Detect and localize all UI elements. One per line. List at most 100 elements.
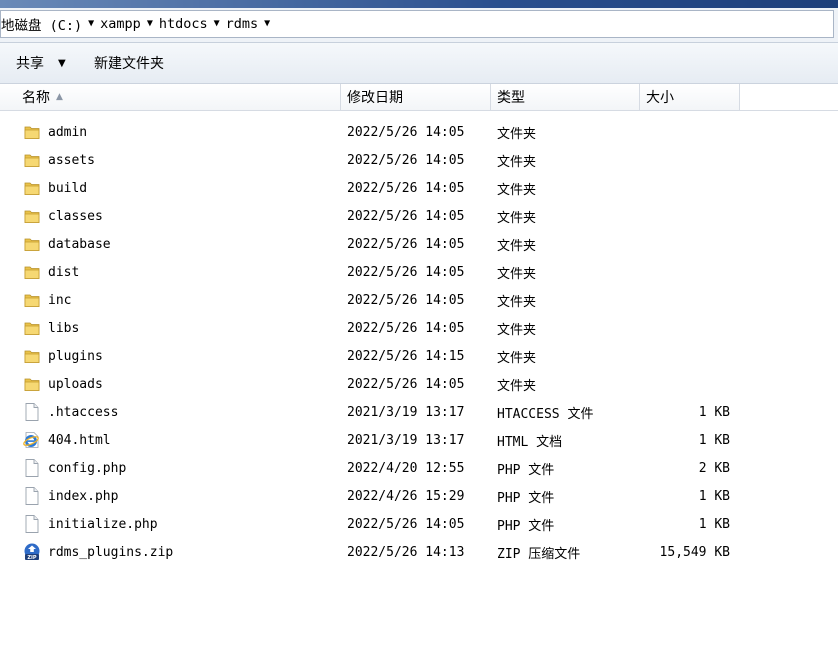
- column-header-date[interactable]: 修改日期: [341, 84, 491, 110]
- file-type: 文件夹: [497, 210, 537, 226]
- file-name: uploads: [48, 376, 103, 392]
- file-modified-date: 2022/5/26 14:05: [347, 236, 465, 252]
- column-header-label: 名称: [22, 90, 50, 106]
- file-name: initialize.php: [48, 516, 158, 532]
- chevron-down-icon[interactable]: ▼: [147, 18, 153, 29]
- file-type: 文件夹: [497, 126, 537, 142]
- chevron-down-icon[interactable]: ▼: [264, 18, 270, 29]
- file-name: assets: [48, 152, 95, 168]
- file-size: [640, 174, 730, 202]
- breadcrumb-item-rdms[interactable]: rdms ▼: [226, 16, 277, 32]
- breadcrumb-item-drive[interactable]: 地磁盘 (C:) ▼: [1, 14, 100, 35]
- file-type: ZIP 压缩文件: [497, 546, 581, 562]
- file-row[interactable]: .htaccess 2021/3/19 13:17 HTACCESS 文件 1 KB: [0, 398, 838, 426]
- breadcrumb-label: xampp: [100, 16, 141, 32]
- window-title-strip: [0, 0, 838, 8]
- file-row[interactable]: build 2022/5/26 14:05 文件夹: [0, 174, 838, 202]
- file-type: 文件夹: [497, 238, 537, 254]
- file-name: build: [48, 180, 88, 196]
- file-row[interactable]: classes 2022/5/26 14:05 文件夹: [0, 202, 838, 230]
- chevron-down-icon[interactable]: ▼: [88, 18, 94, 29]
- file-row[interactable]: index.php 2022/4/26 15:29 PHP 文件 1 KB: [0, 482, 838, 510]
- file-name: database: [48, 236, 111, 252]
- file-name: 404.html: [48, 432, 111, 448]
- folder-icon: [22, 314, 42, 342]
- svg-text:ZIP: ZIP: [27, 555, 36, 561]
- breadcrumb-item-htdocs[interactable]: htdocs ▼: [159, 16, 226, 32]
- file-type: 文件夹: [497, 182, 537, 198]
- new-folder-button[interactable]: 新建文件夹: [94, 52, 164, 74]
- file-row[interactable]: assets 2022/5/26 14:05 文件夹: [0, 146, 838, 174]
- folder-icon: [22, 258, 42, 286]
- ie-html-icon: [22, 426, 42, 454]
- file-row[interactable]: ZIP rdms_plugins.zip 2022/5/26 14:13 ZIP 压缩…: [0, 538, 838, 566]
- file-size: [640, 314, 730, 342]
- file-row[interactable]: uploads 2022/5/26 14:05 文件夹: [0, 370, 838, 398]
- folder-icon: [22, 370, 42, 398]
- file-row[interactable]: 404.html 2021/3/19 13:17 HTML 文档 1 KB: [0, 426, 838, 454]
- column-header-label: 修改日期: [347, 90, 403, 106]
- file-size: [640, 286, 730, 314]
- file-row[interactable]: admin 2022/5/26 14:05 文件夹: [0, 118, 838, 146]
- file-row[interactable]: inc 2022/5/26 14:05 文件夹: [0, 286, 838, 314]
- file-type: PHP 文件: [497, 462, 555, 478]
- folder-icon: [22, 230, 42, 258]
- zip-icon: ZIP: [22, 538, 42, 566]
- file-type: HTML 文档: [497, 434, 563, 450]
- file-size: [640, 118, 730, 146]
- share-button[interactable]: 共享 ▼: [16, 52, 66, 74]
- file-icon: [22, 454, 42, 482]
- file-modified-date: 2022/5/26 14:05: [347, 208, 465, 224]
- file-type: 文件夹: [497, 154, 537, 170]
- file-size: 1 KB: [698, 488, 730, 504]
- breadcrumb-label: htdocs: [158, 16, 208, 32]
- file-row[interactable]: initialize.php 2022/5/26 14:05 PHP 文件 1 KB: [0, 510, 838, 538]
- file-name: index.php: [48, 488, 119, 504]
- file-name: plugins: [48, 348, 103, 364]
- file-size: [640, 230, 730, 258]
- file-type: HTACCESS 文件: [497, 406, 594, 422]
- file-type: 文件夹: [497, 294, 537, 310]
- breadcrumb[interactable]: 地磁盘 (C:) ▼ xampp ▼ htdocs ▼ rdms ▼: [0, 10, 834, 38]
- column-header-type[interactable]: 类型: [491, 84, 640, 110]
- file-size: [640, 202, 730, 230]
- file-name: dist: [48, 264, 80, 280]
- folder-icon: [22, 118, 42, 146]
- file-modified-date: 2022/5/26 14:15: [347, 348, 465, 364]
- folder-icon: [22, 202, 42, 230]
- file-size: 15,549 KB: [659, 544, 730, 560]
- file-type: PHP 文件: [497, 518, 555, 534]
- folder-icon: [22, 174, 42, 202]
- column-header-name[interactable]: 名称 ▲: [0, 84, 341, 110]
- share-label: 共享: [16, 56, 44, 72]
- file-row[interactable]: database 2022/5/26 14:05 文件夹: [0, 230, 838, 258]
- file-size: [640, 370, 730, 398]
- file-row[interactable]: dist 2022/5/26 14:05 文件夹: [0, 258, 838, 286]
- breadcrumb-item-xampp[interactable]: xampp ▼: [100, 16, 159, 32]
- file-type: 文件夹: [497, 322, 537, 338]
- file-name: config.php: [48, 460, 127, 476]
- file-size: 2 KB: [698, 460, 730, 476]
- file-icon: [22, 482, 42, 510]
- file-size: [640, 146, 730, 174]
- file-modified-date: 2022/5/26 14:05: [347, 320, 465, 336]
- file-type: 文件夹: [497, 266, 537, 282]
- file-modified-date: 2022/5/26 14:05: [347, 124, 465, 140]
- sort-ascending-icon: ▲: [56, 92, 63, 102]
- chevron-down-icon: ▼: [58, 57, 66, 69]
- file-row[interactable]: config.php 2022/4/20 12:55 PHP 文件 2 KB: [0, 454, 838, 482]
- file-type: 文件夹: [497, 350, 537, 366]
- file-type: PHP 文件: [497, 490, 555, 506]
- chevron-down-icon[interactable]: ▼: [214, 18, 220, 29]
- column-header-size[interactable]: 大小: [640, 84, 740, 110]
- file-modified-date: 2022/4/26 15:29: [347, 488, 465, 504]
- file-row[interactable]: plugins 2022/5/26 14:15 文件夹: [0, 342, 838, 370]
- breadcrumb-label: 地磁盘 (C:): [1, 18, 83, 34]
- column-header-label: 大小: [646, 90, 674, 106]
- file-row[interactable]: libs 2022/5/26 14:05 文件夹: [0, 314, 838, 342]
- file-size: [640, 342, 730, 370]
- file-name: .htaccess: [48, 404, 119, 420]
- file-name: inc: [48, 292, 72, 308]
- command-bar: 共享 ▼ 新建文件夹: [0, 43, 838, 84]
- file-modified-date: 2022/4/20 12:55: [347, 460, 465, 476]
